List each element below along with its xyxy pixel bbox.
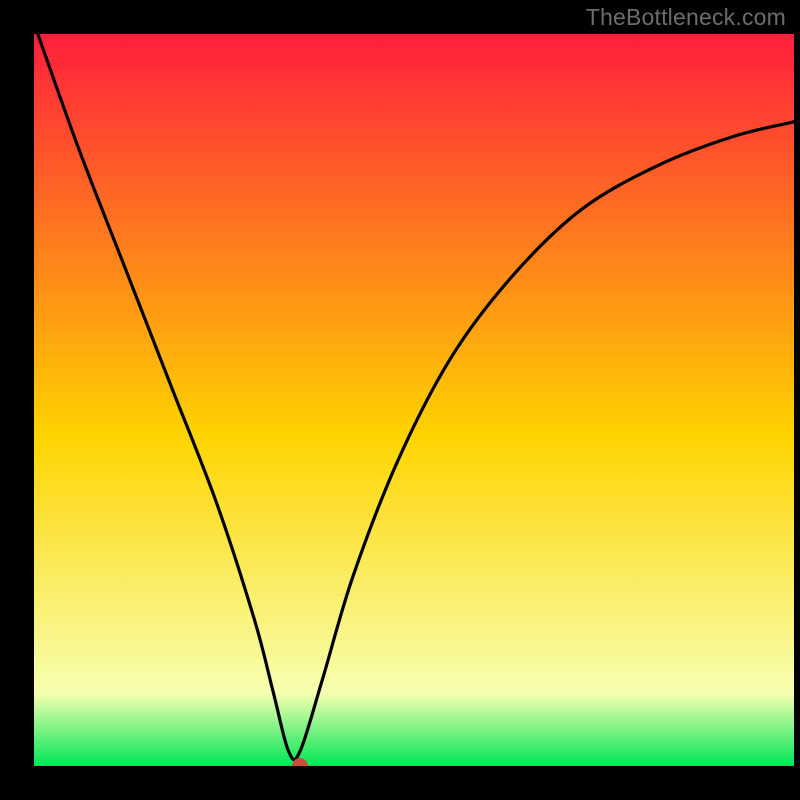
plot-area: [34, 34, 794, 766]
chart-frame: TheBottleneck.com: [0, 0, 800, 800]
plot-svg: [34, 34, 794, 766]
gradient-background: [34, 34, 794, 766]
watermark-text: TheBottleneck.com: [586, 4, 786, 31]
